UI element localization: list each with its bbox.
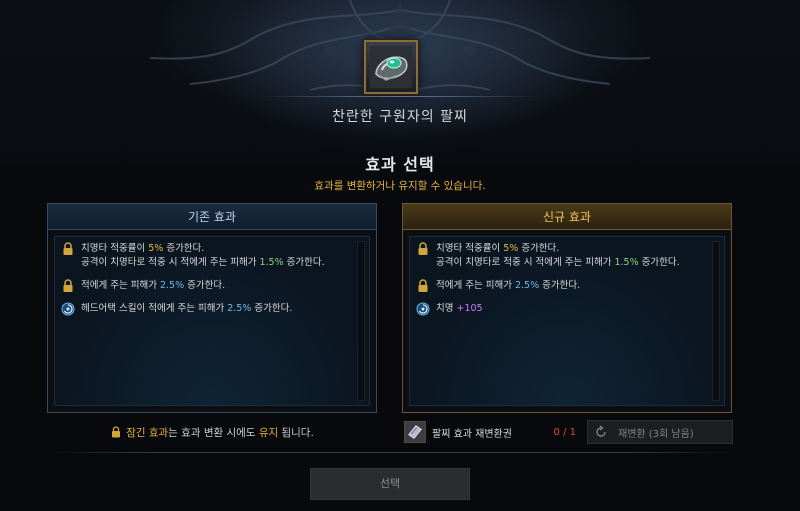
effect-line: 적에게 주는 피해가 2.5% 증가한다.: [81, 279, 351, 293]
effect-line: 치명타 적중률이 5% 증가한다.: [81, 242, 351, 256]
lock-icon: [112, 426, 121, 438]
effect-text-part: 증가한다.: [638, 257, 680, 268]
effect-value: 1.5%: [614, 257, 639, 268]
lock-icon: [418, 279, 428, 292]
effect-text: 치명 +105: [436, 302, 706, 316]
effect-text-part: 적에게 주는 피해가: [436, 280, 515, 291]
item-slot: [364, 40, 418, 94]
effect-row: 치명타 적중률이 5% 증가한다. 공격이 치명타로 적중 시 적에게 주는 피해…: [61, 242, 351, 270]
existing-effects-panel[interactable]: 기존 효과 치명타 적중률이 5% 증가한다. 공격이 치명타로 적중 시 적에게…: [47, 203, 377, 413]
effect-text-part: 증가한다.: [539, 280, 581, 291]
swirl-effect-icon: [61, 302, 75, 316]
ticket-count: 0 / 1: [553, 426, 576, 438]
effect-text: 치명타 적중률이 5% 증가한다. 공격이 치명타로 적중 시 적에게 주는 피해…: [81, 242, 351, 270]
effect-row: 헤드어택 스킬이 적에게 주는 피해가 2.5% 증가한다.: [61, 302, 351, 316]
swirl-effect-icon: [416, 302, 430, 316]
effect-text-part: 치명타 적중률이: [81, 243, 149, 254]
new-effects-body: 치명타 적중률이 5% 증가한다. 공격이 치명타로 적중 시 적에게 주는 피해…: [409, 236, 725, 406]
ticket-icon: [404, 421, 426, 443]
reroll-ticket: 팔찌 효과 재변환권 0 / 1: [404, 420, 576, 444]
reroll-button-label: 재변환 (3회 남음): [618, 428, 694, 440]
effect-row: 적에게 주는 피해가 2.5% 증가한다.: [61, 279, 351, 293]
refresh-icon: [596, 425, 606, 437]
effect-value: 5%: [503, 243, 519, 254]
item-name: 찬란한 구원자의 팔찌: [332, 109, 468, 125]
effect-text-part: 공격이 치명타로 적중 시 적에게 주는 피해가: [436, 257, 615, 268]
effect-text-part: 증가한다.: [184, 280, 226, 291]
lock-note-keep: 유지: [258, 427, 279, 439]
section-title: 효과 선택: [365, 155, 435, 174]
effect-text-part: 증가한다.: [251, 303, 293, 314]
effect-text-part: 치명타 적중률이: [436, 243, 504, 254]
effect-text-part: 공격이 치명타로 적중 시 적에게 주는 피해가: [81, 257, 260, 268]
effect-text-part: 증가한다.: [518, 243, 560, 254]
effect-value: +105: [456, 303, 483, 314]
lock-icon: [63, 279, 73, 292]
effect-text: 적에게 주는 피해가 2.5% 증가한다.: [81, 279, 351, 293]
effect-row: 치명 +105: [416, 302, 706, 316]
lock-note-text: 는 효과 변환 시에도: [168, 427, 259, 439]
effect-line: 치명 +105: [436, 302, 706, 316]
effect-text-part: 치명: [436, 303, 457, 314]
new-effects-panel[interactable]: 신규 효과 치명타 적중률이 5% 증가한다. 공격이 치명타로 적중 시 적에게…: [402, 203, 732, 413]
effect-line: 공격이 치명타로 적중 시 적에게 주는 피해가 1.5% 증가한다.: [436, 256, 706, 270]
effect-text-part: 증가한다.: [163, 243, 205, 254]
lock-icon: [63, 242, 73, 255]
bracelet-icon: [370, 46, 412, 88]
effect-value: 2.5%: [159, 280, 185, 291]
lock-note: 잠긴 효과는 효과 변환 시에도 유지 됩니다.: [47, 425, 377, 440]
existing-effects-scrollbar[interactable]: [357, 241, 365, 401]
ticket-label: 팔찌 효과 재변환권: [432, 428, 512, 440]
effect-row: 적에게 주는 피해가 2.5% 증가한다.: [416, 279, 706, 293]
existing-effects-body: 치명타 적중률이 5% 증가한다. 공격이 치명타로 적중 시 적에게 주는 피해…: [54, 236, 370, 406]
effect-line: 적에게 주는 피해가 2.5% 증가한다.: [436, 279, 706, 293]
new-effects-scrollbar[interactable]: [712, 241, 720, 401]
effect-row: 치명타 적중률이 5% 증가한다. 공격이 치명타로 적중 시 적에게 주는 피해…: [416, 242, 706, 270]
effect-text: 헤드어택 스킬이 적에게 주는 피해가 2.5% 증가한다.: [81, 302, 351, 316]
effect-line: 치명타 적중률이 5% 증가한다.: [436, 242, 706, 256]
existing-effects-list: 치명타 적중률이 5% 증가한다. 공격이 치명타로 적중 시 적에게 주는 피해…: [61, 242, 351, 325]
effect-value: 5%: [148, 243, 164, 254]
effect-text-part: 증가한다.: [283, 257, 325, 268]
lock-icon: [418, 242, 428, 255]
effect-value: 2.5%: [227, 303, 252, 314]
new-effects-title: 신규 효과: [403, 204, 731, 230]
effect-text: 적에게 주는 피해가 2.5% 증가한다.: [436, 279, 706, 293]
effect-line: 헤드어택 스킬이 적에게 주는 피해가 2.5% 증가한다.: [81, 302, 351, 316]
select-button[interactable]: 선택: [310, 468, 470, 500]
effect-value: 2.5%: [514, 280, 540, 291]
effect-text-part: 헤드어택 스킬이 적에게 주는 피해가: [81, 303, 228, 314]
effect-select-window: 찬란한 구원자의 팔찌 효과 선택 효과를 변환하거나 유지할 수 있습니다. …: [0, 0, 800, 511]
existing-effects-title: 기존 효과: [48, 204, 376, 230]
lock-note-end: 됩니다.: [278, 427, 314, 439]
effect-text: 치명타 적중률이 5% 증가한다. 공격이 치명타로 적중 시 적에게 주는 피해…: [436, 242, 706, 270]
item-name-divider: [260, 96, 540, 97]
new-effects-list: 치명타 적중률이 5% 증가한다. 공격이 치명타로 적중 시 적에게 주는 피해…: [416, 242, 706, 325]
footer-divider: [47, 452, 733, 453]
effect-text-part: 적에게 주는 피해가: [81, 280, 160, 291]
effect-value: 1.5%: [259, 257, 284, 268]
reroll-button[interactable]: 재변환 (3회 남음): [587, 420, 733, 444]
section-subtitle: 효과를 변환하거나 유지할 수 있습니다.: [314, 180, 486, 192]
effect-line: 공격이 치명타로 적중 시 적에게 주는 피해가 1.5% 증가한다.: [81, 256, 351, 270]
lock-note-locked-effect: 잠긴 효과: [126, 427, 169, 439]
